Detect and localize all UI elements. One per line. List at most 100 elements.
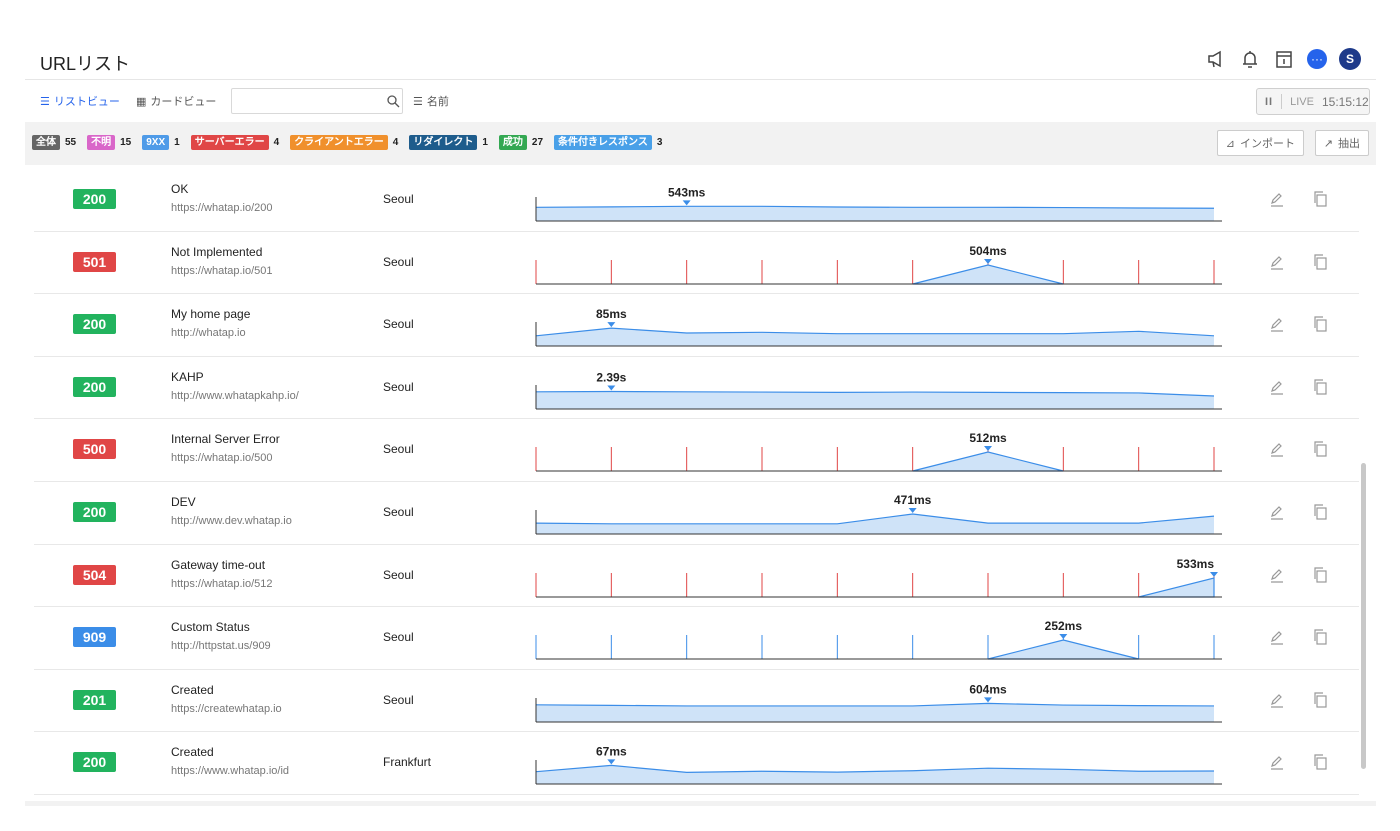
url-name[interactable]: Gateway time-out <box>171 558 265 572</box>
filter-tag[interactable]: 9XX <box>142 135 170 150</box>
response-time-chart: 2.39s <box>535 370 1222 410</box>
location: Seoul <box>383 692 414 707</box>
edit-icon[interactable] <box>1265 375 1289 399</box>
url-name[interactable]: Custom Status <box>171 620 250 634</box>
location: Seoul <box>383 442 414 457</box>
table-row[interactable]: 200 DEV http://www.dev.whatap.io Seoul 471ms <box>34 482 1359 545</box>
edit-icon[interactable] <box>1265 750 1289 774</box>
url-name[interactable]: Created <box>171 745 214 759</box>
peak-marker <box>607 385 616 391</box>
megaphone-icon[interactable] <box>1205 48 1227 70</box>
filter-tag[interactable]: リダイレクト <box>409 135 478 150</box>
url-address: http://whatap.io <box>171 327 246 340</box>
filter-tag[interactable]: 条件付きレスポンス <box>554 135 652 150</box>
calendar-icon[interactable] <box>1273 48 1295 70</box>
sort-button[interactable]: ☰ 名前 <box>413 93 449 109</box>
table-row[interactable]: 200 OK https://whatap.io/200 Seoul 543ms <box>34 169 1359 232</box>
edit-icon[interactable] <box>1265 250 1289 274</box>
list-view-label: リストビュー <box>53 96 120 108</box>
chart-spike <box>1138 576 1215 598</box>
import-icon: ⊿ <box>1225 137 1235 150</box>
table-row[interactable]: 200 Created https://www.whatap.io/id Frankf… <box>34 732 1359 795</box>
peak-label: 252ms <box>1045 619 1083 633</box>
url-name[interactable]: Not Implemented <box>171 245 262 259</box>
live-toggle[interactable]: II LIVE 15:15:12 <box>1256 88 1370 115</box>
edit-icon[interactable] <box>1265 437 1289 461</box>
url-address: https://createwhatap.io <box>171 702 282 715</box>
filter-tag[interactable]: 成功 <box>498 135 527 150</box>
table-row[interactable]: 909 Custom Status http://httpstat.us/909 Se… <box>34 607 1359 670</box>
url-name[interactable]: Internal Server Error <box>171 432 280 446</box>
url-name[interactable]: KAHP <box>171 370 204 384</box>
chart-icon: ▦ <box>136 95 147 108</box>
url-address: https://whatap.io/500 <box>171 452 273 465</box>
copy-icon[interactable] <box>1308 500 1332 524</box>
filter-tag[interactable]: 不明 <box>87 135 116 150</box>
copy-icon[interactable] <box>1308 375 1332 399</box>
extract-label: 抽出 <box>1338 138 1360 150</box>
url-address: http://www.dev.whatap.io <box>171 515 292 527</box>
response-time-chart: 604ms <box>535 682 1222 723</box>
chat-icon[interactable]: ··· <box>1307 49 1327 69</box>
card-view-tab[interactable]: ▦ カードビュー <box>136 93 216 109</box>
location: Seoul <box>383 192 414 206</box>
url-name[interactable]: OK <box>171 182 188 196</box>
import-label: インポート <box>1240 138 1295 150</box>
filter-tag[interactable]: クライアントエラー <box>290 135 388 150</box>
edit-icon[interactable] <box>1265 563 1289 587</box>
copy-icon[interactable] <box>1308 625 1332 649</box>
copy-icon[interactable] <box>1308 688 1332 712</box>
url-name[interactable]: Created <box>171 683 214 697</box>
edit-icon[interactable] <box>1265 312 1289 336</box>
peak-marker <box>607 322 616 328</box>
copy-icon[interactable] <box>1308 563 1332 587</box>
extract-button[interactable]: ↗ 抽出 <box>1314 130 1369 156</box>
peak-label: 67ms <box>596 745 627 759</box>
peak-marker <box>984 446 992 452</box>
peak-marker <box>908 508 917 513</box>
filter-tag[interactable]: サーバーエラー <box>190 135 269 150</box>
url-name[interactable]: My home page <box>171 307 250 321</box>
copy-icon[interactable] <box>1308 250 1332 274</box>
url-name[interactable]: DEV <box>171 495 196 509</box>
peak-label: 2.39s <box>596 370 626 384</box>
response-time-chart: 533ms <box>535 557 1222 598</box>
list-icon: ☰ <box>40 95 50 108</box>
filter-count: 27 <box>531 137 544 148</box>
header-icons: ··· S <box>1205 48 1361 70</box>
bell-icon[interactable] <box>1239 48 1261 70</box>
search-icon[interactable] <box>381 88 405 114</box>
filter-tag[interactable]: 全体 <box>32 135 60 150</box>
peak-marker <box>607 759 616 765</box>
avatar[interactable]: S <box>1339 48 1361 70</box>
table-row[interactable]: 201 Created https://createwhatap.io Seoul 60… <box>34 670 1359 733</box>
edit-icon[interactable] <box>1265 688 1289 712</box>
status-badge: 504 <box>73 564 116 585</box>
copy-icon[interactable] <box>1308 437 1332 461</box>
import-button[interactable]: ⊿ インポート <box>1216 130 1304 156</box>
list-view-tab[interactable]: ☰ リストビュー <box>40 93 120 109</box>
url-address: https://whatap.io/501 <box>171 264 273 277</box>
filter-count: 4 <box>273 137 280 148</box>
table-row[interactable]: 200 KAHP http://www.whatapkahp.io/Seoul 2.3… <box>34 357 1359 420</box>
url-address: https://whatap.io/512 <box>171 577 273 590</box>
scrollbar[interactable] <box>1361 463 1366 769</box>
edit-icon[interactable] <box>1265 500 1289 524</box>
copy-icon[interactable] <box>1308 187 1332 211</box>
copy-icon[interactable] <box>1308 312 1332 336</box>
search-input[interactable] <box>231 88 403 114</box>
filter-bar: 全体 55 不明 15 9XX 1 サーバーエラー 4 クライアントエラー 4 リダイレクト 1 成功 2… <box>25 122 1376 165</box>
table-row[interactable]: 504 Gateway time-out https://whatap.io/512… <box>34 545 1359 608</box>
response-time-chart: 543ms <box>535 185 1222 222</box>
status-filters: 全体 55 不明 15 9XX 1 サーバーエラー 4 クライアントエラー 4 リダイレクト 1 成功 2… <box>32 135 668 150</box>
table-row[interactable]: 500 Internal Server Error https://whatap.i… <box>34 419 1359 482</box>
header: URLリスト ··· S <box>25 40 1376 80</box>
table-row[interactable]: 501 Not Implemented https://whatap.io/501 S… <box>34 232 1359 295</box>
response-time-chart: 85ms <box>535 307 1222 347</box>
edit-icon[interactable] <box>1265 187 1289 211</box>
copy-icon[interactable] <box>1308 750 1332 774</box>
pause-icon[interactable]: II <box>1265 96 1273 108</box>
response-time-chart: 512ms <box>535 431 1222 472</box>
table-row[interactable]: 200 My home page http://whatap.io Seoul 85ms <box>34 294 1359 357</box>
edit-icon[interactable] <box>1265 625 1289 649</box>
